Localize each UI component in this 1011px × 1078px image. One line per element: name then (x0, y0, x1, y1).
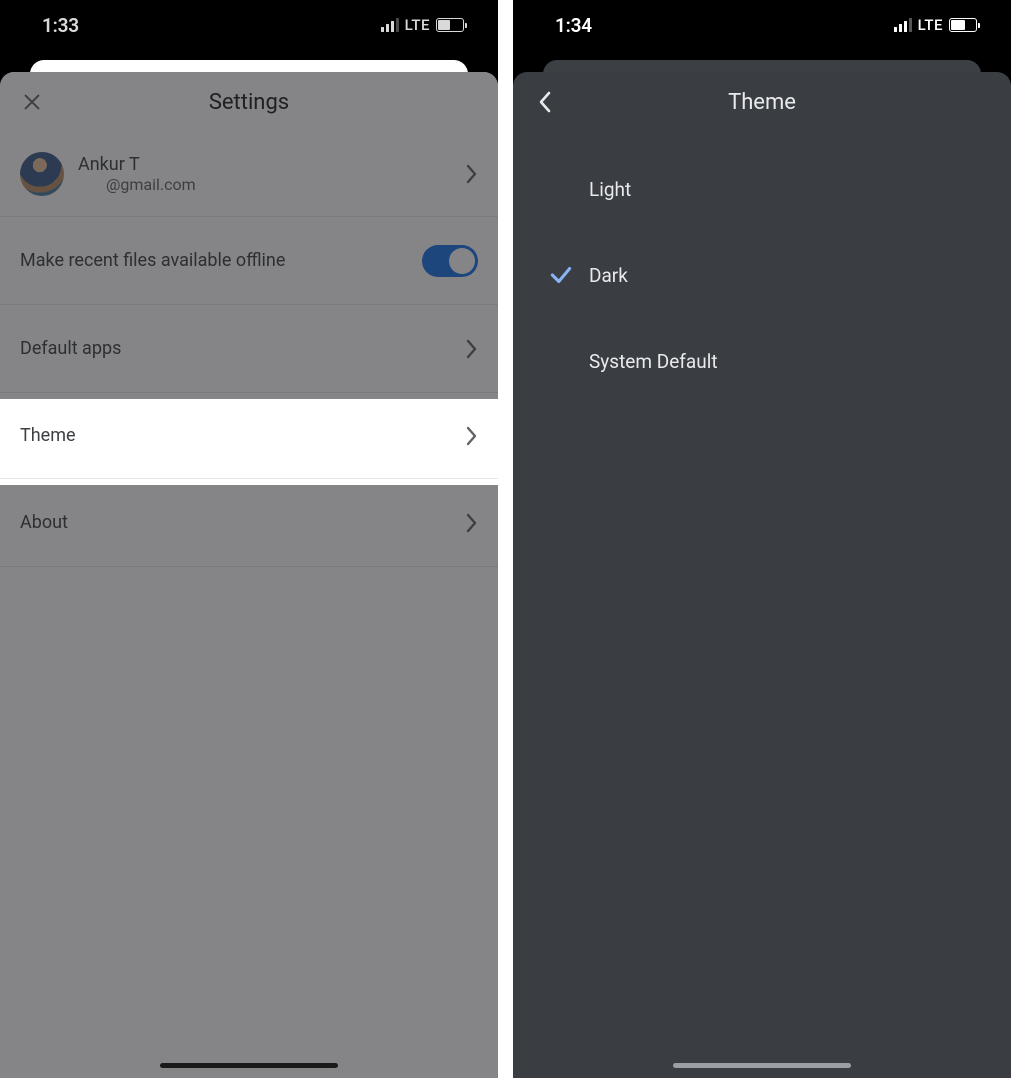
spacer (513, 132, 1011, 146)
theme-option-system-default[interactable]: System Default (513, 318, 1011, 404)
theme-panel: Theme Light Dark System Default (513, 72, 1011, 1078)
panel-header: Settings (0, 72, 498, 132)
close-button[interactable] (18, 88, 46, 116)
network-label: LTE (918, 16, 943, 34)
account-row[interactable]: Ankur T @gmail.com (0, 132, 498, 217)
account-email: @gmail.com (78, 175, 452, 194)
avatar (20, 152, 64, 196)
about-row[interactable]: About (0, 479, 498, 567)
status-time: 1:33 (42, 14, 79, 37)
battery-icon (436, 18, 464, 32)
check-icon (548, 262, 574, 288)
status-time: 1:34 (555, 14, 592, 37)
option-label: Dark (589, 264, 628, 287)
status-right: LTE (381, 16, 464, 34)
network-label: LTE (405, 16, 430, 34)
home-indicator[interactable] (160, 1063, 338, 1068)
chevron-right-icon (466, 163, 478, 185)
account-name: Ankur T (78, 154, 452, 175)
back-button[interactable] (531, 88, 559, 116)
offline-toggle-row[interactable]: Make recent files available offline (0, 217, 498, 305)
chevron-right-icon (466, 338, 478, 360)
signal-bars-icon (381, 18, 399, 32)
phone-settings: 1:33 LTE Settings Ankur T @gmail.com Mak… (0, 0, 498, 1078)
offline-label: Make recent files available offline (20, 250, 422, 271)
offline-toggle[interactable] (422, 245, 478, 277)
screenshot-divider (498, 0, 513, 1078)
theme-row[interactable]: Theme (0, 393, 498, 479)
status-bar: 1:34 LTE (513, 0, 1011, 50)
default-apps-row[interactable]: Default apps (0, 305, 498, 393)
default-apps-label: Default apps (20, 338, 466, 359)
about-label: About (20, 512, 466, 533)
close-icon (21, 91, 43, 113)
settings-panel: Settings Ankur T @gmail.com Make recent … (0, 72, 498, 1078)
option-label: System Default (589, 350, 718, 373)
theme-label: Theme (20, 425, 466, 446)
theme-option-light[interactable]: Light (513, 146, 1011, 232)
panel-header: Theme (513, 72, 1011, 132)
chevron-right-icon (466, 425, 478, 447)
dim-overlay (0, 485, 498, 1078)
status-bar: 1:33 LTE (0, 0, 498, 50)
page-title: Theme (513, 90, 1011, 115)
battery-icon (949, 18, 977, 32)
page-title: Settings (0, 90, 498, 115)
home-indicator[interactable] (673, 1063, 851, 1068)
theme-option-dark[interactable]: Dark (513, 232, 1011, 318)
option-label: Light (589, 178, 631, 201)
chevron-left-icon (538, 90, 552, 114)
account-text: Ankur T @gmail.com (78, 154, 452, 194)
phone-theme: 1:34 LTE Theme Light Dark System (513, 0, 1011, 1078)
status-right: LTE (894, 16, 977, 34)
chevron-right-icon (466, 512, 478, 534)
signal-bars-icon (894, 18, 912, 32)
check-slot (533, 262, 589, 288)
